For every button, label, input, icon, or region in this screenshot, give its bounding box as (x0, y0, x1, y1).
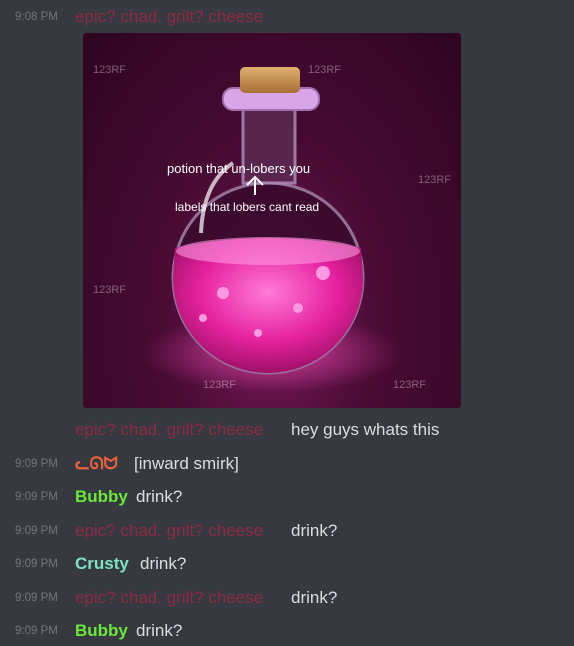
author-name[interactable]: epic? chad. grilt? cheese (75, 415, 263, 445)
image-label-bottom: labels that lobers cant read (175, 200, 319, 214)
watermark: 123RF (418, 174, 451, 186)
message-text: hey guys whats this (291, 420, 440, 439)
author-name[interactable]: epic? chad. grilt? cheese (75, 583, 263, 613)
message: 9:08 PM epic? chad. grilt? cheese (0, 2, 574, 32)
timestamp: 9:09 PM (15, 592, 58, 604)
message-text: drink? (136, 621, 183, 640)
message: 9:09 PM ᓚᘏᗢ [inward smirk] (0, 449, 574, 479)
author-name[interactable]: epic? chad. grilt? cheese (75, 516, 263, 546)
message: 9:09 PM Crusty drink? (0, 549, 574, 579)
timestamp: 9:09 PM (15, 558, 58, 570)
watermark: 123RF (308, 64, 341, 76)
author-name[interactable]: Crusty (75, 549, 129, 579)
message: 9:09 PM epic? chad. grilt? cheese drink? (0, 583, 574, 613)
author-name[interactable]: epic? chad. grilt? cheese (75, 2, 263, 32)
watermark: 123RF (203, 379, 236, 391)
timestamp: 9:09 PM (15, 491, 58, 503)
watermark: 123RF (93, 284, 126, 296)
watermark: 123RF (393, 379, 426, 391)
timestamp: 9:09 PM (15, 525, 58, 537)
message-text: [inward smirk] (134, 454, 239, 473)
attached-image[interactable]: potion that un-lobers you labels that lo… (83, 33, 461, 408)
author-name[interactable]: ᓚᘏᗢ (75, 449, 118, 479)
author-name[interactable]: Bubby (75, 616, 128, 646)
message-text: drink? (291, 521, 338, 540)
timestamp: 9:09 PM (15, 458, 58, 470)
message: 9:09 PM Bubby drink? (0, 482, 574, 512)
message: 9:09 PM Bubby drink? (0, 616, 574, 646)
timestamp: 9:09 PM (15, 625, 58, 637)
message-text: drink? (136, 487, 183, 506)
message: 9:09 PM epic? chad. grilt? cheese drink? (0, 516, 574, 546)
timestamp: 9:08 PM (15, 11, 58, 23)
image-label-top: potion that un-lobers you (167, 161, 310, 176)
message-text: drink? (140, 554, 187, 573)
message-text: drink? (291, 588, 338, 607)
author-name[interactable]: Bubby (75, 482, 128, 512)
message: epic? chad. grilt? cheese hey guys whats… (0, 415, 574, 445)
watermark: 123RF (93, 64, 126, 76)
